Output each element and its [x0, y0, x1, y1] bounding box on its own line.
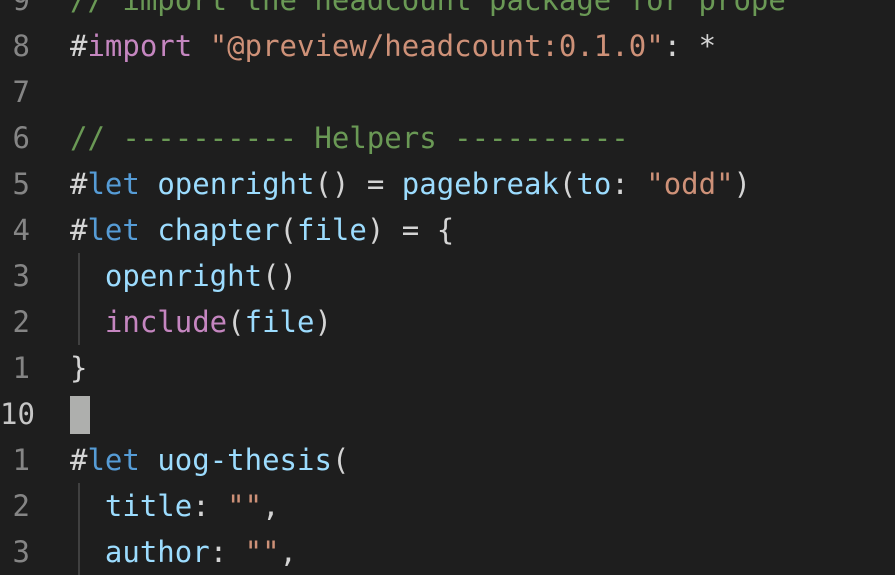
code-token: file [244, 305, 315, 339]
line-number: 8 [12, 29, 30, 63]
line-content[interactable]: include(file) [70, 299, 332, 345]
code-token: } [70, 351, 88, 385]
code-editor[interactable]: 9 // import the headcount package for pro… [0, 0, 895, 575]
code-token: ( [331, 443, 350, 477]
line-number: 2 [12, 305, 30, 339]
line-content[interactable]: openright() [70, 253, 297, 299]
code-token: : [192, 489, 228, 523]
code-token: "@preview/headcount:0.1.0" [209, 29, 664, 63]
code-token: file [297, 213, 367, 247]
line-number: 7 [12, 75, 30, 109]
code-token: import [87, 29, 193, 63]
code-token: ( [558, 167, 577, 201]
code-token: include [104, 305, 228, 339]
code-token: # [70, 29, 88, 63]
code-token: # [70, 213, 88, 247]
line-number: 10 [0, 397, 35, 431]
code-line[interactable]: 3 author: "", [0, 529, 895, 575]
code-token: # [70, 167, 88, 201]
line-content[interactable]: #let openright() = pagebreak(to: "odd") [70, 161, 751, 207]
code-line[interactable]: 8 #import "@preview/headcount:0.1.0": * [0, 23, 895, 69]
code-token: let [87, 213, 140, 247]
line-content[interactable]: #let chapter(file) = { [70, 207, 454, 253]
code-token: "" [244, 535, 280, 569]
line-content[interactable]: author: "", [70, 529, 297, 575]
line-number: 2 [12, 489, 30, 523]
code-token: uog-thesis [157, 443, 332, 477]
code-token: "odd" [646, 167, 734, 201]
line-number: 9 [12, 0, 30, 17]
code-line[interactable]: 6 // ---------- Helpers ---------- [0, 115, 895, 161]
code-token: ) = { [366, 213, 455, 247]
code-token: () [262, 259, 297, 293]
code-token: let [87, 443, 140, 477]
code-token: : [209, 535, 245, 569]
line-number: 3 [12, 535, 30, 569]
code-line[interactable]: 3 openright() [0, 253, 895, 299]
code-line[interactable]: 9 // import the headcount package for pro… [0, 0, 895, 23]
code-token: // ---------- Helpers ---------- [70, 121, 629, 155]
line-number: 4 [12, 213, 30, 247]
code-token: pagebreak [401, 167, 559, 201]
line-content[interactable]: } [70, 345, 87, 391]
code-token: ) [314, 305, 332, 339]
code-token: ( [227, 305, 245, 339]
code-line[interactable]: 2 include(file) [0, 299, 895, 345]
code-token: chapter [157, 213, 280, 247]
code-token: , [262, 489, 280, 523]
code-token: : [611, 167, 647, 201]
code-line[interactable]: 1} [0, 345, 895, 391]
line-number: 3 [12, 259, 30, 293]
line-content[interactable]: title: "", [70, 483, 280, 529]
code-token: () = [314, 167, 402, 201]
code-line[interactable]: 5 #let openright() = pagebreak(to: "odd") [0, 161, 895, 207]
line-content[interactable]: // ---------- Helpers ---------- [70, 115, 629, 161]
line-number: 1 [12, 351, 30, 385]
line-content[interactable]: #import "@preview/headcount:0.1.0": * [70, 23, 716, 69]
code-token: // import the headcount package for prop… [70, 0, 786, 17]
code-token: : * [663, 29, 717, 63]
code-line[interactable]: 1 #let uog-thesis( [0, 437, 895, 483]
code-token: let [87, 167, 140, 201]
code-token: title [104, 489, 193, 523]
code-token: "" [227, 489, 263, 523]
code-line[interactable]: 10 [0, 391, 895, 437]
code-token: ( [279, 213, 298, 247]
line-number: 6 [12, 121, 30, 155]
code-line[interactable]: 7 [0, 69, 895, 115]
code-line[interactable]: 4 #let chapter(file) = { [0, 207, 895, 253]
code-token: openright [104, 259, 263, 293]
line-content[interactable]: // import the headcount package for prop… [70, 0, 786, 23]
code-token: openright [157, 167, 315, 201]
code-lines[interactable]: 9 // import the headcount package for pro… [0, 0, 895, 575]
code-token: to [576, 167, 612, 201]
line-content[interactable]: #let uog-thesis( [70, 437, 349, 483]
code-token: ) [733, 167, 752, 201]
code-token: author [104, 535, 210, 569]
line-number: 1 [12, 443, 30, 477]
code-line[interactable]: 2 title: "", [0, 483, 895, 529]
code-token: # [70, 443, 88, 477]
text-cursor [70, 396, 90, 434]
line-number: 5 [12, 167, 30, 201]
code-token: , [279, 535, 297, 569]
